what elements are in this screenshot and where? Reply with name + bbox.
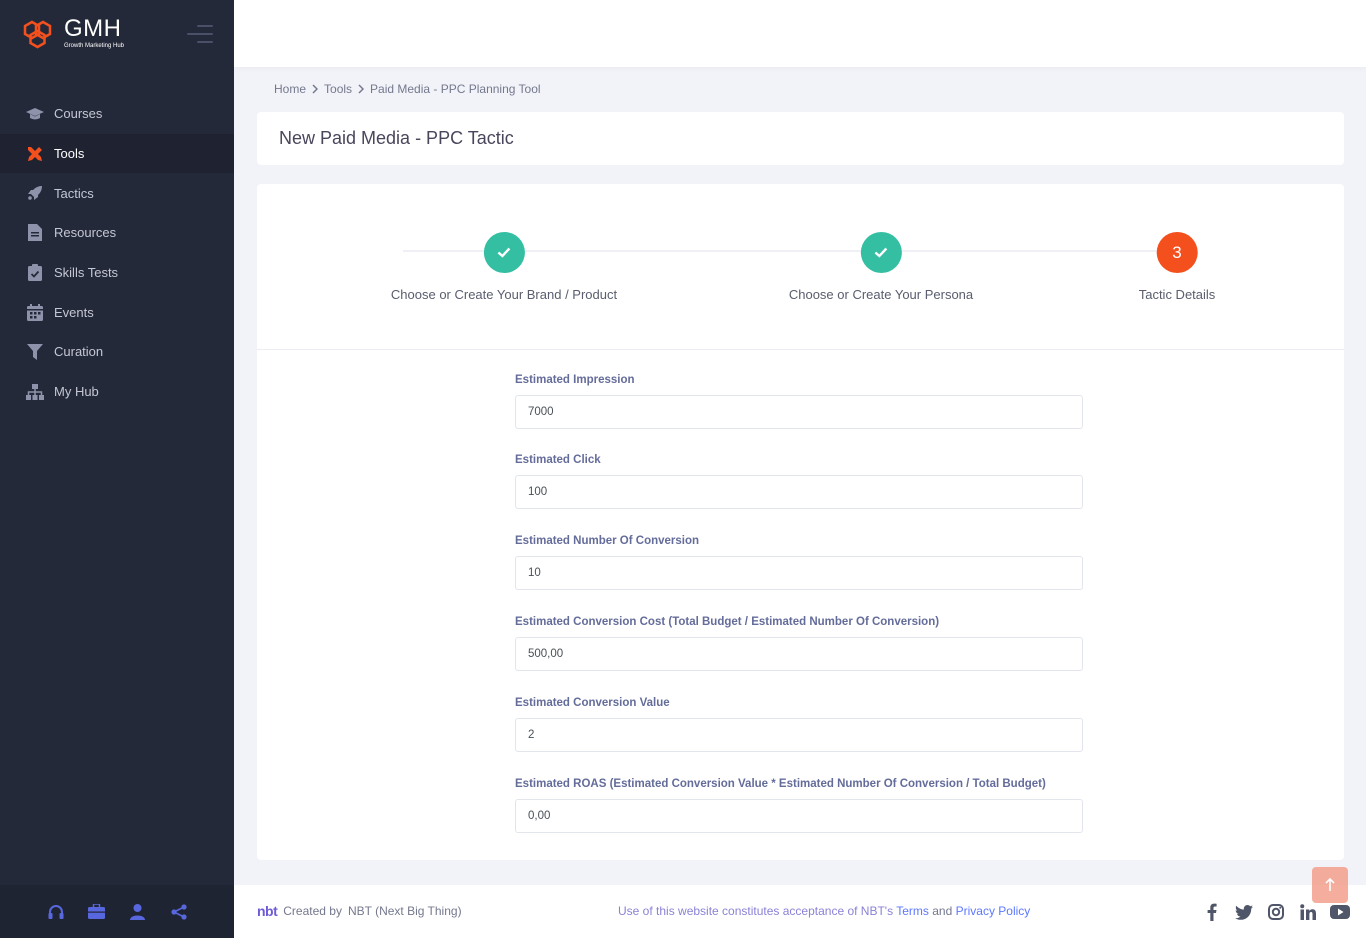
sidebar-item-my-hub[interactable]: My Hub <box>0 372 234 412</box>
field-estimated-impression: Estimated Impression <box>515 372 1083 429</box>
rocket-icon <box>26 184 44 202</box>
brand-subtitle: Growth Marketing Hub <box>64 43 125 49</box>
scroll-to-top-button[interactable] <box>1312 867 1348 903</box>
brand: GMH Growth Marketing Hub <box>0 0 234 67</box>
wizard-step-label: Tactic Details <box>1138 287 1216 302</box>
field-label: Estimated Click <box>515 454 601 466</box>
tactic-details-form: Estimated Impression Estimated Click Est… <box>515 372 1083 833</box>
estimated-conversion-cost-input[interactable] <box>515 637 1083 671</box>
chevron-right-icon <box>358 84 365 94</box>
footer-notice: Use of this website constitutes acceptan… <box>618 904 1030 918</box>
sidebar-item-tools[interactable]: Tools <box>0 133 234 174</box>
social-links <box>1202 902 1350 922</box>
sitemap-icon <box>26 383 44 401</box>
sidebar-item-courses[interactable]: Courses <box>0 94 234 134</box>
breadcrumb-current-link[interactable]: Paid Media - PPC Planning Tool <box>370 82 541 96</box>
clipboard-check-icon <box>26 264 44 282</box>
field-label: Estimated Conversion Cost (Total Budget … <box>515 616 940 628</box>
chevron-right-icon <box>312 84 319 94</box>
file-icon <box>26 224 44 242</box>
brand-title: GMH <box>64 15 122 42</box>
breadcrumb-home-link[interactable]: Home <box>274 82 306 96</box>
footer-notice-text: Use of this website constitutes acceptan… <box>618 904 894 918</box>
terms-link[interactable]: Terms <box>896 904 929 918</box>
sidebar-footer <box>0 885 234 938</box>
wizard-step-persona[interactable]: Choose or Create Your Persona <box>789 232 973 302</box>
twitter-icon[interactable] <box>1234 902 1254 922</box>
breadcrumb: Home Tools Paid Media - PPC Planning Too… <box>274 82 541 96</box>
footer-created-by: Created by <box>283 904 342 918</box>
nbt-logo[interactable]: nbt <box>257 903 278 919</box>
wizard-step-tactic-details[interactable]: 3 Tactic Details <box>1138 232 1216 302</box>
menu-toggle-button[interactable] <box>187 25 213 45</box>
filter-icon <box>26 343 44 361</box>
sidebar-item-label: Events <box>54 304 94 320</box>
sidebar-item-resources[interactable]: Resources <box>0 213 234 253</box>
hamburger-icon <box>197 25 213 27</box>
field-estimated-conversion-cost: Estimated Conversion Cost (Total Budget … <box>515 614 1083 671</box>
sidebar-item-label: Courses <box>54 106 103 122</box>
brand-logo[interactable]: GMH Growth Marketing Hub <box>22 17 124 50</box>
sidebar-item-label: My Hub <box>54 384 99 400</box>
privacy-policy-link[interactable]: Privacy Policy <box>956 904 1031 918</box>
page-title: New Paid Media - PPC Tactic <box>279 128 514 148</box>
sidebar-item-label: Resources <box>54 225 117 241</box>
wizard-step-label: Choose or Create Your Persona <box>788 287 974 302</box>
share-icon[interactable] <box>170 903 188 921</box>
field-estimated-roas: Estimated ROAS (Estimated Conversion Val… <box>515 776 1083 833</box>
sidebar-item-label: Tactics <box>54 185 94 201</box>
sidebar-item-tactics[interactable]: Tactics <box>0 173 234 213</box>
calendar-icon <box>26 303 44 321</box>
estimated-conversions-input[interactable] <box>515 556 1083 590</box>
facebook-icon[interactable] <box>1202 902 1222 922</box>
estimated-conversion-value-input[interactable] <box>515 718 1083 752</box>
field-label: Estimated Conversion Value <box>515 697 670 709</box>
arrow-up-icon <box>1325 878 1335 891</box>
footer-company: NBT (Next Big Thing) <box>347 904 462 918</box>
page-title-card: New Paid Media - PPC Tactic <box>257 112 1344 165</box>
sidebar: GMH Growth Marketing Hub Courses Tools T… <box>0 0 234 938</box>
sidebar-item-label: Skills Tests <box>54 265 119 281</box>
field-label: Estimated Number Of Conversion <box>515 535 700 547</box>
headset-icon[interactable] <box>47 903 65 921</box>
step-number-badge: 3 <box>1156 232 1198 273</box>
field-estimated-click: Estimated Click <box>515 452 1083 509</box>
estimated-impression-input[interactable] <box>515 395 1083 429</box>
sidebar-nav: Courses Tools Tactics Resources Skills T… <box>0 94 234 412</box>
user-icon[interactable] <box>129 903 147 921</box>
field-estimated-conversion-value: Estimated Conversion Value <box>515 695 1083 752</box>
sidebar-item-label: Curation <box>54 344 104 360</box>
instagram-icon[interactable] <box>1266 902 1286 922</box>
check-icon <box>860 232 902 273</box>
sidebar-item-curation[interactable]: Curation <box>0 332 234 372</box>
wizard-card: Choose or Create Your Brand / Product Ch… <box>257 184 1344 860</box>
estimated-click-input[interactable] <box>515 475 1083 509</box>
sidebar-item-events[interactable]: Events <box>0 292 234 332</box>
linkedin-icon[interactable] <box>1298 902 1318 922</box>
field-label: Estimated ROAS (Estimated Conversion Val… <box>515 778 1046 790</box>
wizard-step-label: Choose or Create Your Brand / Product <box>390 287 618 302</box>
tools-icon <box>26 145 44 163</box>
top-header <box>234 0 1366 67</box>
field-estimated-conversions: Estimated Number Of Conversion <box>515 533 1083 590</box>
breadcrumb-tools-link[interactable]: Tools <box>324 82 352 96</box>
wizard-step-brand[interactable]: Choose or Create Your Brand / Product <box>391 232 617 302</box>
field-label: Estimated Impression <box>515 374 635 386</box>
sidebar-item-label: Tools <box>54 146 85 162</box>
briefcase-icon[interactable] <box>88 903 106 921</box>
hexagon-logo-icon <box>23 20 52 48</box>
check-icon <box>483 232 525 273</box>
wizard-steps: Choose or Create Your Brand / Product Ch… <box>257 184 1344 350</box>
footer-and: and <box>932 904 953 918</box>
footer-credit: nbt Created by NBT (Next Big Thing) <box>257 903 462 919</box>
estimated-roas-input[interactable] <box>515 799 1083 833</box>
graduation-cap-icon <box>26 105 44 123</box>
page-footer: nbt Created by NBT (Next Big Thing) Use … <box>234 885 1366 938</box>
sidebar-item-skills-tests[interactable]: Skills Tests <box>0 253 234 293</box>
youtube-icon[interactable] <box>1330 902 1350 922</box>
